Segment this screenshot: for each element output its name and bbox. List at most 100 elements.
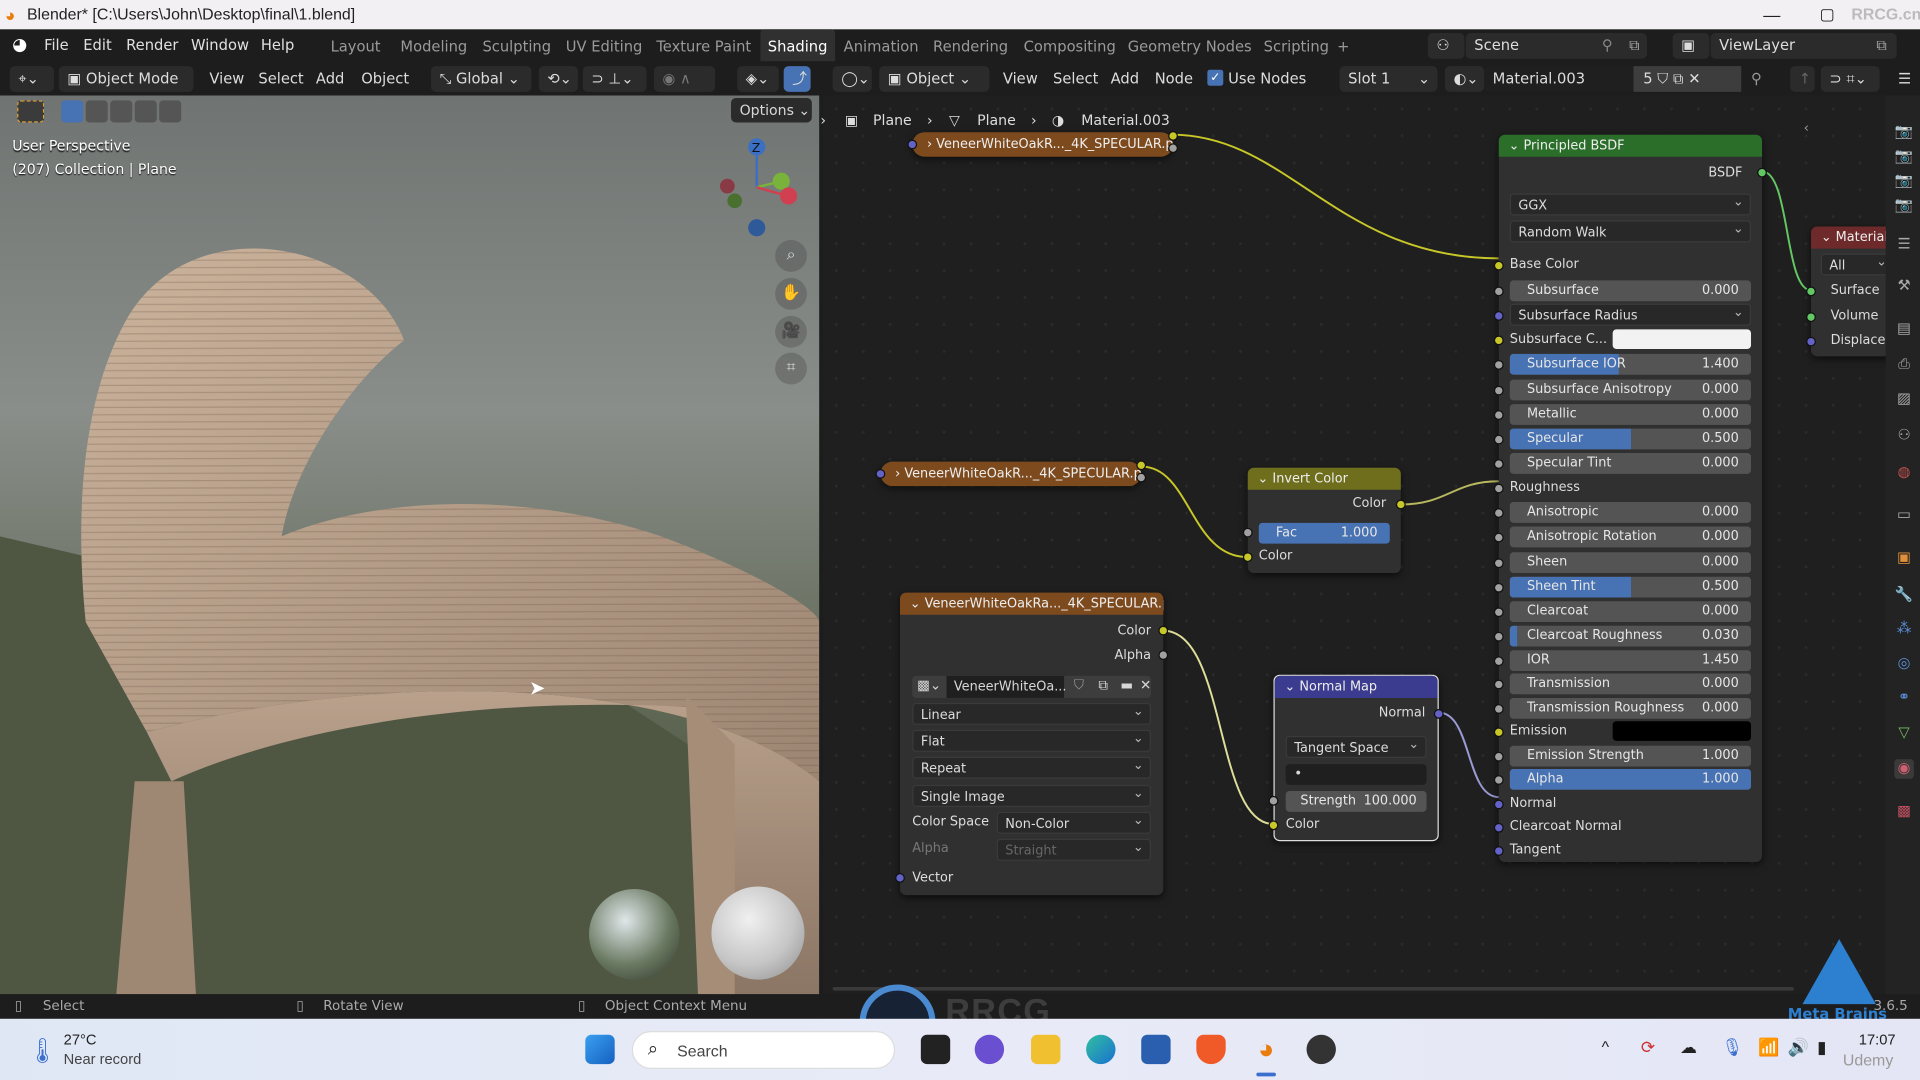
data-icon[interactable]: ▽ bbox=[1894, 724, 1914, 744]
select-subtract-icon[interactable] bbox=[110, 100, 133, 123]
node-menu-select[interactable]: Select bbox=[1053, 66, 1098, 92]
subsurface-method-dropdown[interactable]: Random Walk bbox=[1509, 218, 1752, 243]
world-icon[interactable]: ◍ bbox=[1894, 463, 1914, 483]
material-output-node[interactable]: ⌄ Material All Surface Volume Displaceme… bbox=[1806, 226, 1919, 357]
taskbar-app-chat-icon[interactable] bbox=[974, 1034, 1005, 1065]
workspace-tab-shading[interactable]: Shading bbox=[760, 29, 835, 64]
alpha-output-socket[interactable] bbox=[1136, 472, 1147, 483]
sidebar-toggle-icon[interactable]: ☰ bbox=[1898, 66, 1911, 92]
vector-input-socket[interactable] bbox=[907, 139, 918, 150]
subsurface-anisotropy-field[interactable]: Subsurface Anisotropy 0.000 bbox=[1509, 379, 1752, 401]
clearcoat-input-socket[interactable] bbox=[1493, 607, 1504, 618]
tool-icon[interactable]: ⚒ bbox=[1894, 277, 1914, 297]
anisotropic-rotation-field[interactable]: Anisotropic Rotation 0.000 bbox=[1509, 526, 1752, 548]
tray-overflow-icon[interactable]: ^ bbox=[1602, 1037, 1609, 1055]
extension-dropdown[interactable]: Repeat bbox=[912, 754, 1152, 779]
specular-field[interactable]: Specular 0.500 bbox=[1509, 428, 1752, 450]
select-new-icon[interactable] bbox=[61, 100, 84, 123]
microsoft-store-icon[interactable] bbox=[1141, 1034, 1171, 1065]
blender-menu-icon[interactable]: ◕ bbox=[12, 29, 27, 61]
color-output-socket[interactable] bbox=[1395, 499, 1406, 510]
clearcoat-roughness-field[interactable]: Clearcoat Roughness 0.030 bbox=[1509, 625, 1752, 647]
sheen-input-socket[interactable] bbox=[1493, 558, 1504, 569]
volume-input-socket[interactable] bbox=[1806, 312, 1816, 323]
anisotropic-rotation-input-socket[interactable] bbox=[1493, 532, 1504, 543]
transmission-input-socket[interactable] bbox=[1493, 679, 1504, 690]
source-dropdown[interactable]: Single Image bbox=[912, 782, 1152, 807]
menu-window[interactable]: Window bbox=[191, 29, 249, 61]
slot-dropdown[interactable]: Slot 1 ⌄ bbox=[1339, 66, 1438, 92]
pin-icon[interactable]: ⚲ bbox=[1602, 33, 1613, 59]
visibility-icon[interactable]: ◈⌄ bbox=[737, 66, 779, 92]
weather-text[interactable]: Near record bbox=[64, 1051, 142, 1068]
weather-temp[interactable]: 27°C bbox=[64, 1031, 97, 1048]
workspace-tab-layout[interactable]: Layout bbox=[323, 29, 388, 63]
camera-view-icon[interactable]: 🎥 bbox=[775, 315, 807, 348]
projection-dropdown[interactable]: Flat bbox=[912, 727, 1152, 752]
tray-cloud-icon[interactable]: ☁ bbox=[1680, 1037, 1697, 1058]
viewport-menu-object[interactable]: Object bbox=[361, 66, 409, 92]
open-image-icon[interactable]: ▬ bbox=[1120, 677, 1133, 693]
node-snap-icon[interactable]: ⊃ ⌗⌄ bbox=[1820, 66, 1880, 92]
material-properties-icon[interactable]: ◉ bbox=[1894, 759, 1914, 779]
subsurface-input-socket[interactable] bbox=[1493, 286, 1504, 297]
shader-type-icon[interactable]: ◯⌄ bbox=[832, 66, 872, 92]
select-extend-icon[interactable] bbox=[85, 100, 108, 123]
clearcoat-field[interactable]: Clearcoat 0.000 bbox=[1509, 601, 1752, 623]
color-output-socket[interactable] bbox=[1168, 131, 1178, 141]
start-button-icon[interactable] bbox=[585, 1034, 615, 1065]
camera-icon-4[interactable]: 📷 bbox=[1894, 196, 1914, 216]
render-properties-icon[interactable]: ▤ bbox=[1894, 320, 1914, 340]
pin-node-tree-icon[interactable]: ⚲ bbox=[1751, 66, 1762, 92]
emission-strength-input-socket[interactable] bbox=[1493, 751, 1504, 762]
maximize-button[interactable]: ▢ bbox=[1820, 0, 1835, 29]
camera-icon-2[interactable]: 📷 bbox=[1894, 147, 1914, 167]
constraints-icon[interactable]: ⚭ bbox=[1894, 688, 1914, 708]
surface-input-socket[interactable] bbox=[1806, 286, 1816, 297]
scene-selector[interactable]: Scene ⚲ ⧉ bbox=[1465, 33, 1647, 59]
metallic-field[interactable]: Metallic 0.000 bbox=[1509, 404, 1752, 425]
3d-viewport[interactable]: User Perspective (207) Collection | Plan… bbox=[0, 95, 820, 995]
subsurface-radius-dropdown[interactable]: Subsurface Radius bbox=[1509, 301, 1752, 326]
parent-node-tree-icon[interactable]: ↑ bbox=[1790, 66, 1815, 92]
add-workspace-button[interactable]: + bbox=[1330, 29, 1357, 63]
fac-input-socket[interactable] bbox=[1242, 527, 1253, 538]
snap-icon[interactable]: ⊃ ⊥⌄ bbox=[582, 66, 647, 92]
search-box[interactable]: ⌕ Search bbox=[631, 1031, 896, 1069]
invert-color-node[interactable]: ⌄ Invert Color Color Fac 1.000 Color bbox=[1242, 467, 1406, 574]
output-target-dropdown[interactable]: All bbox=[1820, 251, 1895, 276]
minimize-button[interactable]: — bbox=[1763, 0, 1780, 29]
workspace-tab-uv-editing[interactable]: UV Editing bbox=[558, 29, 649, 63]
sheen-tint-input-socket[interactable] bbox=[1493, 582, 1504, 593]
alpha-output-socket[interactable] bbox=[1168, 143, 1178, 154]
ior-field[interactable]: IOR 1.450 bbox=[1509, 650, 1752, 672]
workspace-tab-compositing[interactable]: Compositing bbox=[1016, 29, 1123, 63]
render-camera-icon[interactable]: 📷 bbox=[1894, 122, 1914, 142]
tangent-input-socket[interactable] bbox=[1493, 846, 1504, 856]
use-nodes-checkbox[interactable]: ✓ bbox=[1207, 69, 1224, 86]
transform-orientation-dropdown[interactable]: ⤡ Global ⌄ bbox=[431, 66, 532, 92]
image-texture-node-collapsed-2[interactable]: › VeneerWhiteOakR..._4K_SPECULAR.png bbox=[875, 460, 1147, 487]
fake-user-icon[interactable]: ⛉ bbox=[1074, 677, 1084, 694]
material-users-count[interactable]: 5 bbox=[1643, 70, 1652, 87]
gizmo-toggle-icon[interactable]: ⤴ bbox=[783, 66, 811, 92]
clock-time[interactable]: 17:07 bbox=[1859, 1031, 1896, 1048]
node-menu-add[interactable]: Add bbox=[1111, 66, 1139, 92]
normal-output-socket[interactable] bbox=[1433, 708, 1444, 719]
sheen-field[interactable]: Sheen 0.000 bbox=[1509, 552, 1752, 574]
color-input-socket[interactable] bbox=[1268, 820, 1279, 831]
emission-strength-field[interactable]: Emission Strength 1.000 bbox=[1509, 745, 1752, 767]
metallic-input-socket[interactable] bbox=[1493, 410, 1504, 421]
duplicate-image-icon[interactable]: ⧉ bbox=[1098, 677, 1108, 694]
menu-help[interactable]: Help bbox=[261, 29, 295, 61]
output-properties-icon[interactable]: ⎙ bbox=[1894, 355, 1914, 375]
sheen-tint-field[interactable]: Sheen Tint 0.500 bbox=[1509, 576, 1752, 598]
ortho-toggle-icon[interactable]: ⌗ bbox=[775, 352, 807, 385]
select-box-tool-icon[interactable] bbox=[17, 100, 45, 123]
normal-space-dropdown[interactable]: Tangent Space bbox=[1285, 733, 1427, 758]
subsurface-c-color-swatch[interactable] bbox=[1612, 329, 1752, 349]
displacement-input-socket[interactable] bbox=[1806, 336, 1816, 347]
transmission-roughness-field[interactable]: Transmission Roughness 0.000 bbox=[1509, 697, 1752, 719]
blender-taskbar-icon[interactable]: ◕ bbox=[1251, 1034, 1280, 1064]
tray-sync-icon[interactable]: ⟳ bbox=[1641, 1037, 1655, 1058]
